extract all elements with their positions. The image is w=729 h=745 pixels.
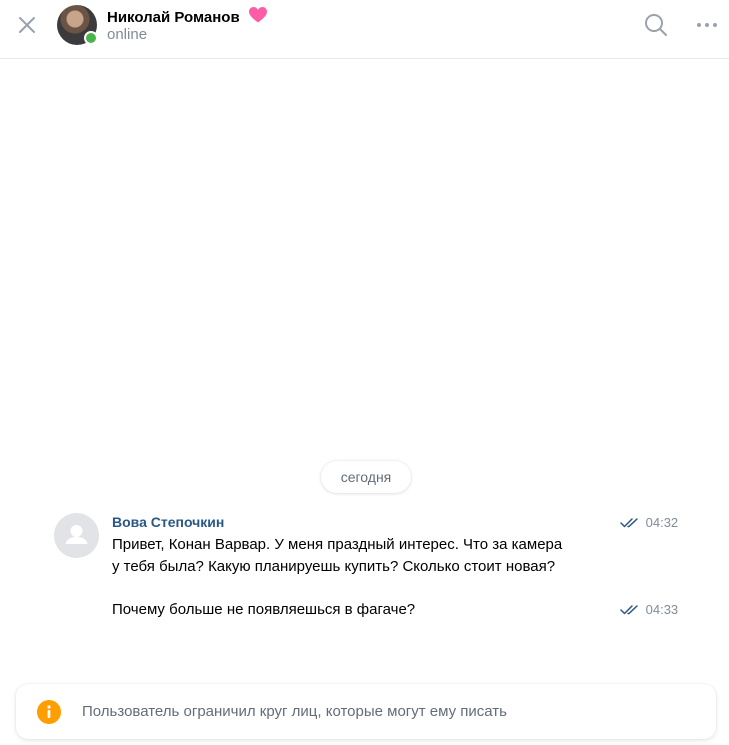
close-button[interactable] [14, 12, 40, 38]
message-text: Привет, Конан Варвар. У меня праздный ин… [112, 534, 612, 578]
more-icon [697, 23, 717, 27]
online-indicator [84, 31, 98, 45]
peer-avatar[interactable] [57, 5, 98, 45]
heart-icon [248, 7, 267, 23]
notice-text: Пользователь ограничил круг лиц, которые… [82, 703, 507, 720]
close-icon [19, 17, 35, 33]
message-time[interactable]: 04:33 [646, 602, 679, 617]
message-meta: 04:33 [620, 602, 678, 617]
info-icon [37, 700, 61, 724]
restriction-notice: Пользователь ограничил круг лиц, которые… [16, 684, 716, 739]
search-button[interactable] [643, 12, 669, 38]
message-line: Почему больше не появляешься в фагаче? [112, 601, 416, 618]
message-time[interactable]: 04:32 [646, 515, 679, 530]
message-line: Привет, Конан Варвар. У меня праздный ин… [112, 536, 563, 553]
chat-header: Николай Романов online [0, 0, 729, 59]
message-line: у тебя была? Какую планируешь купить? Ск… [112, 558, 556, 575]
double-check-icon [620, 605, 638, 615]
double-check-icon [620, 518, 638, 528]
peer-name-text: Николай Романов [107, 9, 240, 26]
sender-name[interactable]: Вова Степочкин [112, 514, 224, 530]
date-separator: сегодня [321, 461, 411, 493]
more-button[interactable] [694, 12, 720, 38]
peer-status: online [107, 26, 148, 43]
message-meta: 04:32 [620, 515, 678, 530]
sender-avatar[interactable] [54, 513, 99, 558]
user-placeholder-icon [65, 525, 88, 544]
search-icon [645, 14, 667, 36]
message-text: Почему больше не появляешься в фагаче? [112, 599, 612, 621]
peer-name[interactable]: Николай Романов [107, 6, 268, 26]
